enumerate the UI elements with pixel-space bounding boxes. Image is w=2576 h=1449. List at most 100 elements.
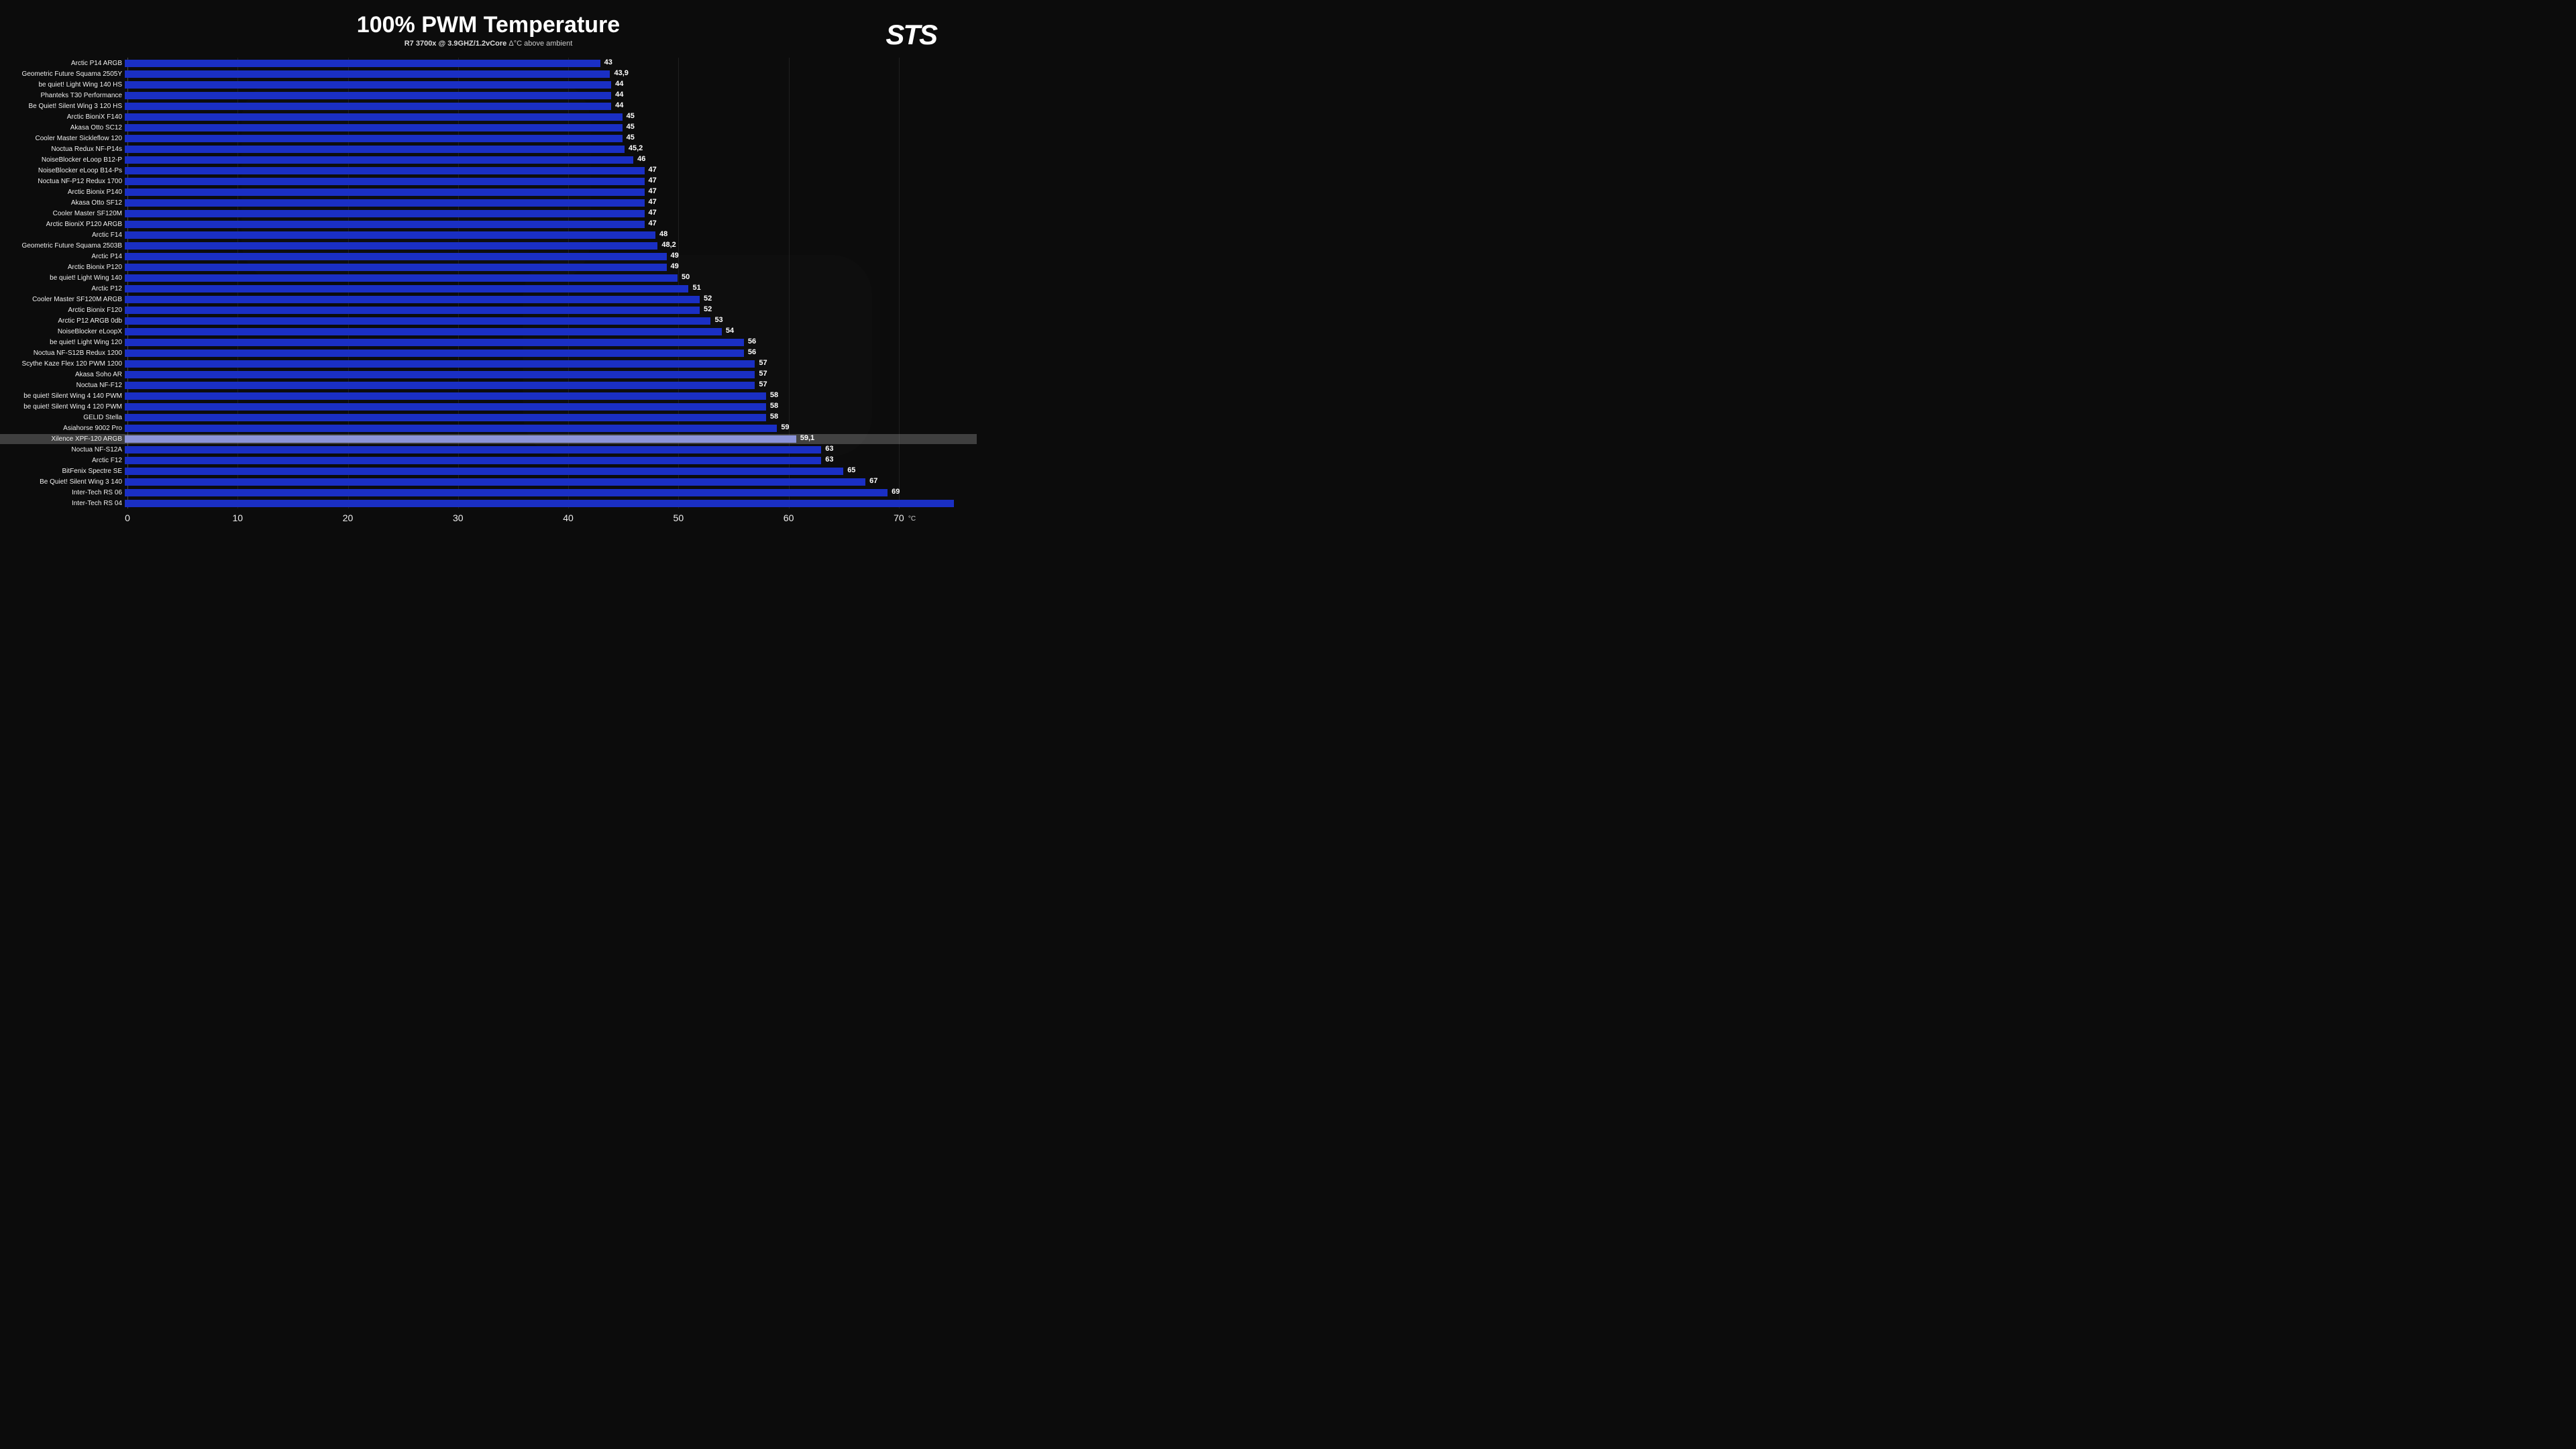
bar (125, 146, 625, 153)
bar-value-label: 57 (759, 380, 767, 388)
bar (125, 199, 645, 207)
bar (125, 403, 766, 411)
bar-value-label: 47 (649, 198, 657, 206)
bar-value-label: 69 (892, 488, 900, 496)
bar-value-label: 58 (770, 413, 778, 421)
bar (125, 103, 611, 110)
y-category-label: Noctua NF-S12A (20, 446, 125, 453)
bar-value-label: 51 (692, 284, 700, 292)
bar (125, 360, 755, 368)
bar-row: Be Quiet! Silent Wing 3 120 HS44 (20, 101, 954, 111)
y-category-label: Asiahorse 9002 Pro (20, 425, 125, 432)
bar-track: 48,2 (125, 242, 954, 250)
y-category-label: Inter-Tech RS 06 (20, 489, 125, 496)
bar-row: Geometric Future Squama 2503B48,2 (20, 241, 954, 251)
bar (125, 446, 821, 453)
y-category-label: Arctic P14 (20, 253, 125, 260)
bar-value-label: 59 (781, 423, 789, 431)
bar (125, 414, 766, 421)
bar-track: 44 (125, 81, 954, 89)
bar-value-label: 63 (825, 445, 833, 453)
bar-value-label: 45 (627, 112, 635, 120)
bar-row: be quiet! Silent Wing 4 120 PWM58 (20, 402, 954, 412)
bar-row: Noctua Redux NF-P14s45,2 (20, 144, 954, 154)
bar-track: 56 (125, 339, 954, 346)
bar-track: 54 (125, 328, 954, 335)
bar (125, 156, 633, 164)
bar-value-label: 49 (671, 252, 679, 260)
y-category-label: Phanteks T30 Performance (20, 92, 125, 99)
y-category-label: Arctic F14 (20, 231, 125, 239)
bar-track: 47 (125, 199, 954, 207)
bar-row: Geometric Future Squama 2505Y43,9 (20, 69, 954, 79)
bar-row: Cooler Master SF120M ARGB52 (20, 294, 954, 305)
bar-value-label: 54 (726, 327, 734, 335)
y-category-label: be quiet! Silent Wing 4 120 PWM (20, 403, 125, 411)
bar-track: 45 (125, 113, 954, 121)
bar-value-label: 47 (649, 166, 657, 174)
y-category-label: Be Quiet! Silent Wing 3 120 HS (20, 103, 125, 110)
y-category-label: Arctic Bionix P140 (20, 189, 125, 196)
bar (125, 221, 645, 228)
bar (125, 210, 645, 217)
bar (125, 81, 611, 89)
bar-row: NoiseBlocker eLoop B12-P46 (20, 155, 954, 165)
bar-track: 47 (125, 221, 954, 228)
bar-track: 47 (125, 167, 954, 174)
bar (125, 242, 657, 250)
bar (125, 60, 600, 67)
bar-track: 45 (125, 135, 954, 142)
x-tick-label: 20 (343, 513, 354, 523)
bar (125, 382, 755, 389)
y-category-label: Arctic P12 ARGB 0db (20, 317, 125, 325)
bar-track: 53 (125, 317, 954, 325)
bar-row: Phanteks T30 Performance44 (20, 91, 954, 101)
y-category-label: Be Quiet! Silent Wing 3 140 (20, 478, 125, 486)
bar-track: 44 (125, 103, 954, 110)
y-category-label: Noctua Redux NF-P14s (20, 146, 125, 153)
bar (125, 189, 645, 196)
bar-row: Akasa Otto SF1247 (20, 198, 954, 208)
bar-value-label: 67 (869, 477, 877, 485)
bar-track: 47 (125, 210, 954, 217)
y-category-label: Arctic Bionix F120 (20, 307, 125, 314)
bar-track: 63 (125, 457, 954, 464)
y-category-label: BitFenix Spectre SE (20, 468, 125, 475)
bar-value-label: 53 (714, 316, 722, 324)
y-category-label: Arctic P12 (20, 285, 125, 292)
bar-track: 46 (125, 156, 954, 164)
bar (125, 124, 623, 131)
bar-row: be quiet! Light Wing 140 HS44 (20, 80, 954, 90)
y-category-label: Arctic F12 (20, 457, 125, 464)
bar-value-label: 58 (770, 391, 778, 399)
x-tick-label: 0 (125, 513, 130, 523)
bar-row: Cooler Master SF120M47 (20, 209, 954, 219)
y-category-label: Arctic BioniX P120 ARGB (20, 221, 125, 228)
bar-track: 57 (125, 382, 954, 389)
bar-track: 45 (125, 124, 954, 131)
chart-subtitle: R7 3700x @ 3.9GHZ/1.2vCore Δ°C above amb… (0, 40, 977, 48)
bar-value-label: 46 (637, 155, 645, 163)
bar-track: 51 (125, 285, 954, 292)
bar (125, 285, 688, 292)
y-category-label: Geometric Future Squama 2503B (20, 242, 125, 250)
bar-value-label: 50 (682, 273, 690, 281)
bar-row: be quiet! Silent Wing 4 140 PWM58 (20, 391, 954, 401)
bar (125, 468, 843, 475)
bar-track: 43 (125, 60, 954, 67)
y-category-label: Arctic Bionix P120 (20, 264, 125, 271)
bar (125, 178, 645, 185)
bar (125, 392, 766, 400)
bar-row: BitFenix Spectre SE65 (20, 466, 954, 476)
bar (125, 478, 865, 486)
y-category-label: be quiet! Light Wing 140 HS (20, 81, 125, 89)
bar-value-label: 47 (649, 209, 657, 217)
bar-row: Noctua NF-F1257 (20, 380, 954, 390)
bar-row: Noctua NF-P12 Redux 170047 (20, 176, 954, 186)
bar-value-label: 43 (604, 58, 612, 66)
bar-row: Be Quiet! Silent Wing 3 140 67 (20, 477, 954, 487)
y-category-label: be quiet! Light Wing 120 (20, 339, 125, 346)
chart-title: 100% PWM Temperature (0, 0, 977, 38)
bar (125, 435, 796, 443)
bar-track: 63 (125, 446, 954, 453)
